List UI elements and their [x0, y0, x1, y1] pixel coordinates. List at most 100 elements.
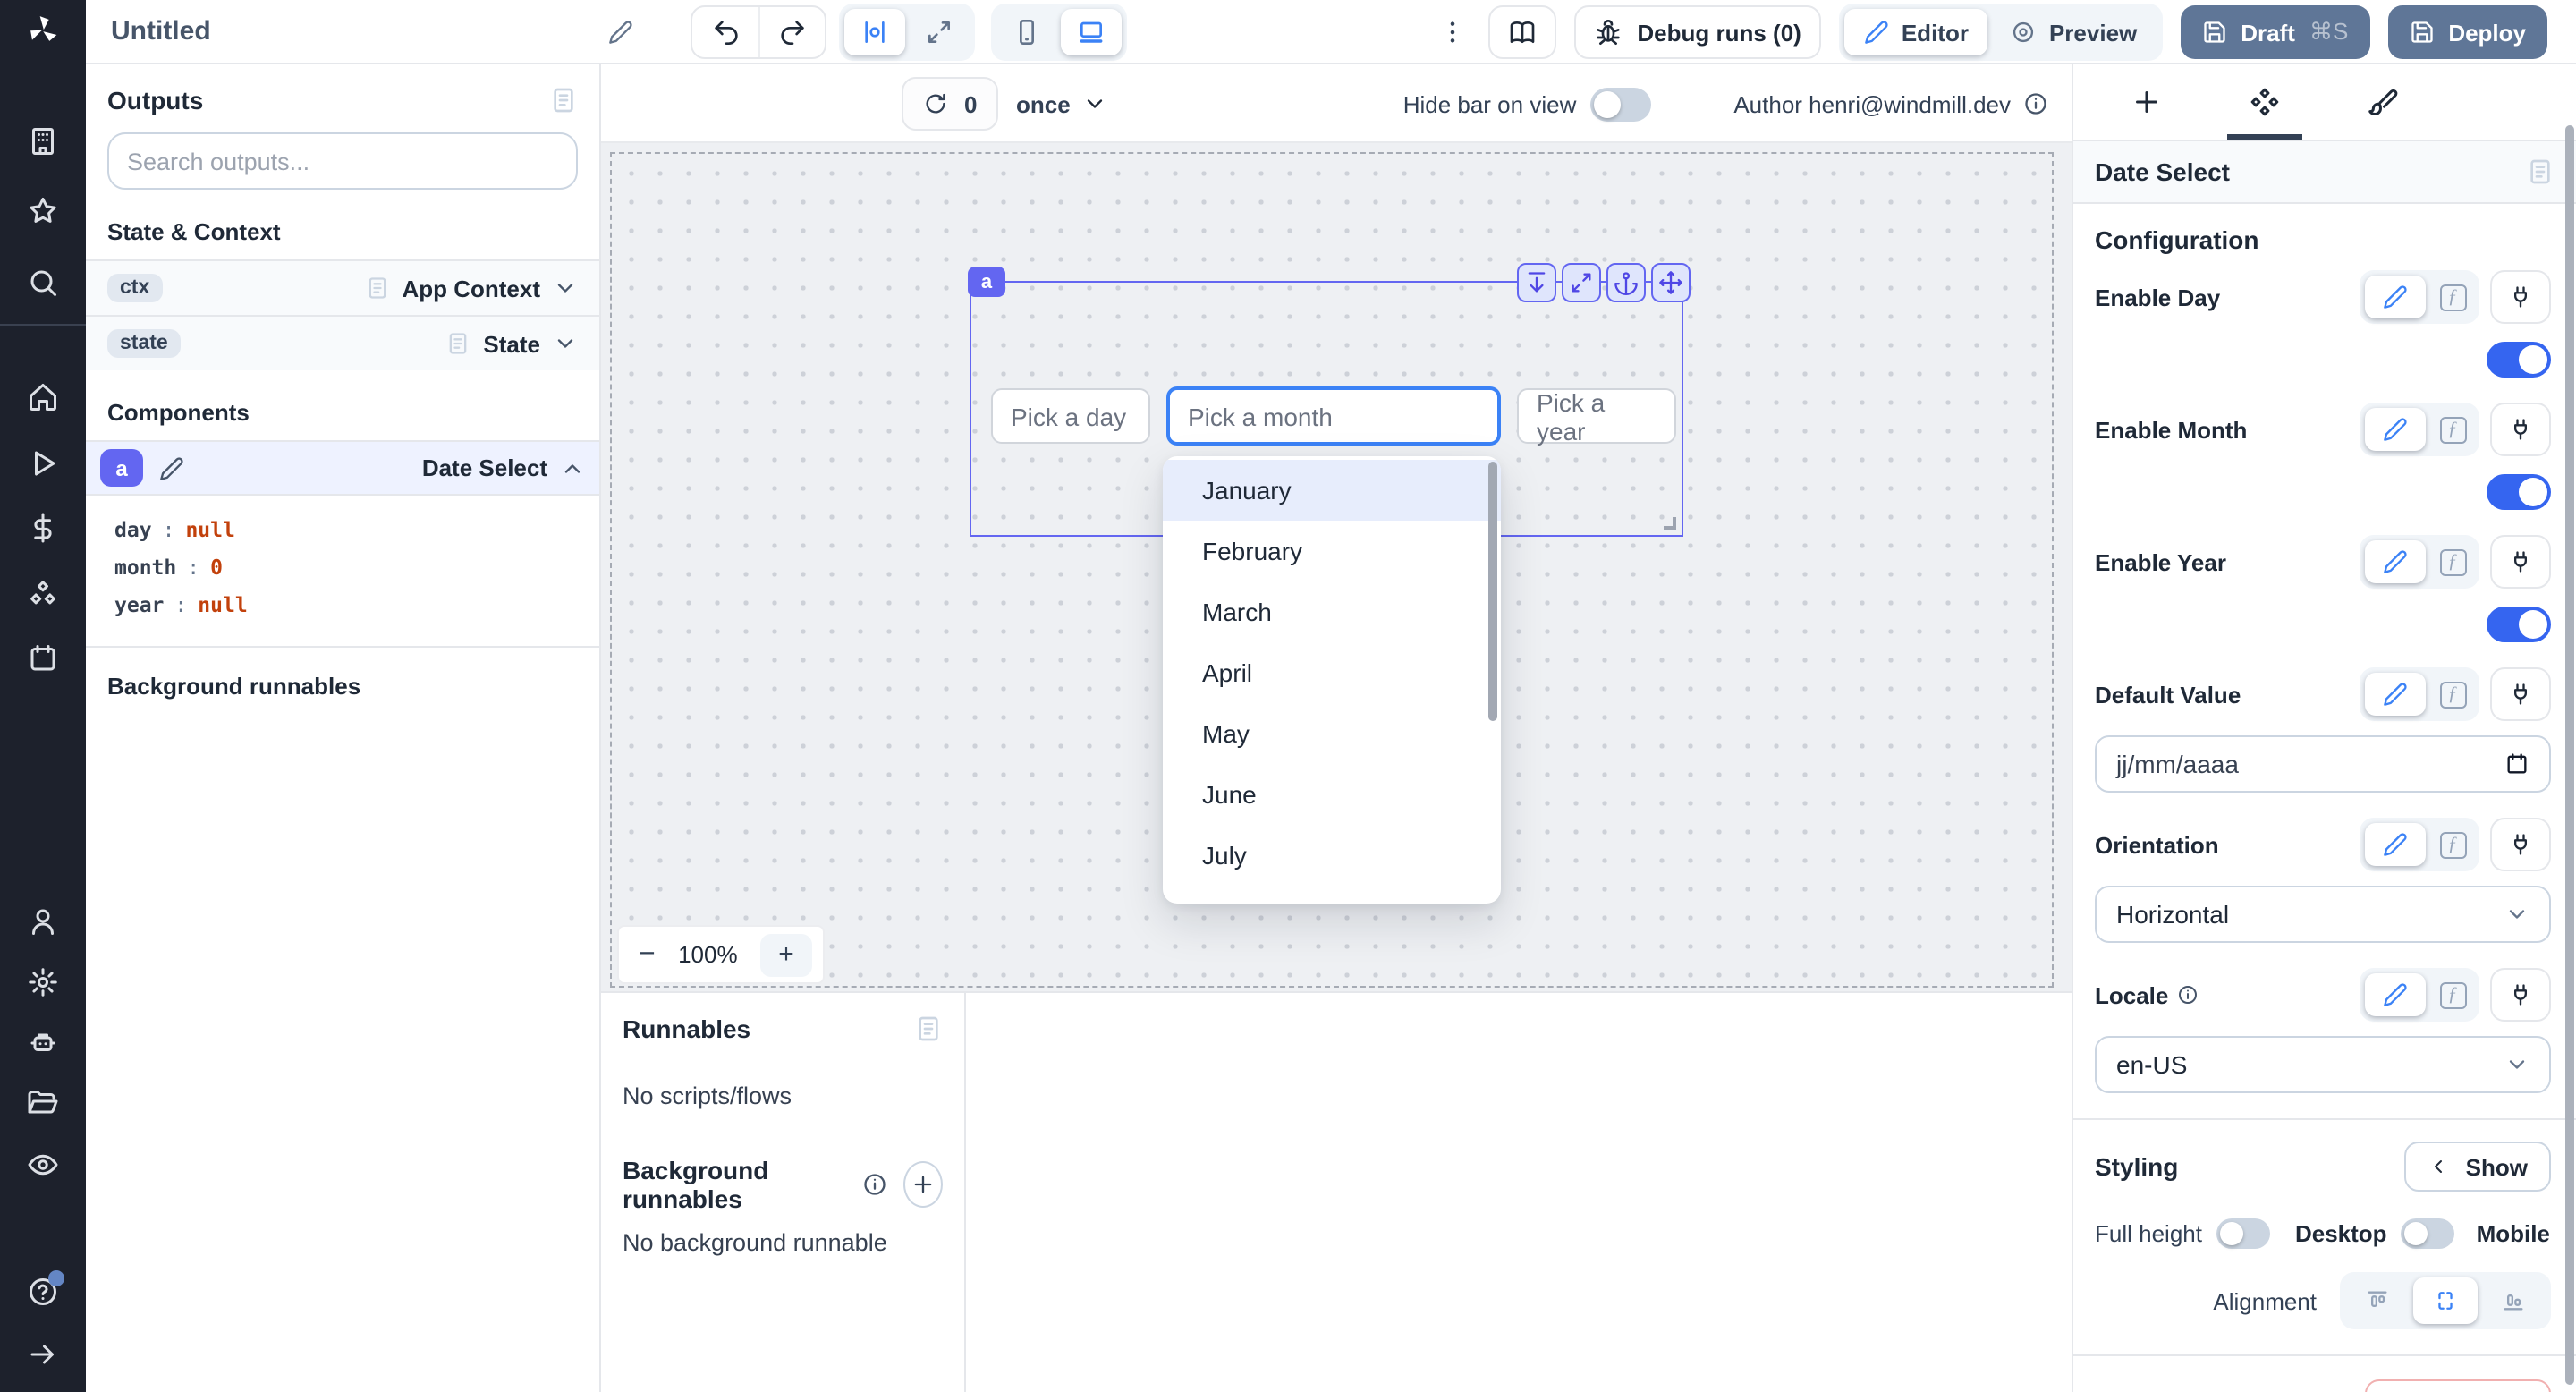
app-canvas[interactable]: a Pick a day	[601, 143, 2072, 991]
outputs-doc-icon[interactable]	[549, 86, 578, 115]
expand-handle-icon[interactable]	[1562, 263, 1601, 302]
workspace-icon[interactable]	[27, 125, 59, 157]
settings-gear-icon[interactable]	[27, 966, 59, 998]
pick-year-select[interactable]: Pick a year	[1517, 388, 1676, 444]
debug-runs-button[interactable]: Debug runs (0)	[1574, 5, 1820, 59]
fx-mode-button[interactable]: ƒ	[2431, 823, 2474, 866]
refresh-count-button[interactable]: 0	[902, 77, 998, 131]
state-row[interactable]: state State	[86, 315, 599, 370]
docs-book-button[interactable]	[1488, 5, 1556, 59]
connect-plug-button[interactable]	[2490, 403, 2551, 456]
output-line-year[interactable]: year:null	[114, 587, 578, 624]
fx-mode-button[interactable]: ƒ	[2431, 408, 2474, 451]
delete-component-button[interactable]: Delete ⌘Del	[2366, 1379, 2551, 1392]
ctx-row[interactable]: ctx App Context	[86, 259, 599, 315]
users-icon[interactable]	[27, 905, 59, 938]
static-mode-pencil-button[interactable]	[2365, 408, 2426, 451]
component-rename-pencil-icon[interactable]	[159, 455, 184, 480]
background-runnables-info-icon[interactable]	[862, 1172, 887, 1197]
connect-plug-button[interactable]	[2490, 667, 2551, 721]
enable-year-toggle-on[interactable]	[2487, 607, 2551, 642]
settings-doc-icon[interactable]	[2526, 157, 2555, 186]
month-option[interactable]: January	[1163, 460, 1501, 521]
zoom-out-button[interactable]: −	[639, 938, 656, 971]
desktop-toggle-off[interactable]	[2402, 1218, 2455, 1249]
component-row-date-select[interactable]: a Date Select	[86, 440, 599, 496]
settings-scrollbar[interactable]	[2565, 125, 2574, 1385]
help-icon[interactable]	[27, 1276, 59, 1308]
static-mode-pencil-button[interactable]	[2365, 276, 2426, 318]
workers-robot-icon[interactable]	[27, 1027, 59, 1059]
ctx-chevron-down-icon[interactable]	[553, 276, 578, 301]
add-background-runnable-button[interactable]	[903, 1161, 943, 1208]
runnables-doc-icon[interactable]	[914, 1014, 943, 1043]
static-mode-pencil-button[interactable]	[2365, 673, 2426, 716]
connect-plug-button[interactable]	[2490, 535, 2551, 589]
windmill-logo-icon[interactable]	[25, 13, 61, 48]
fill-height-handle-icon[interactable]	[1517, 263, 1556, 302]
tab-editor[interactable]: Editor	[1844, 9, 1988, 55]
month-option[interactable]: February	[1163, 521, 1501, 581]
static-mode-pencil-button[interactable]	[2365, 823, 2426, 866]
draft-button[interactable]: Draft ⌘S	[2180, 5, 2369, 59]
fx-mode-button[interactable]: ƒ	[2431, 276, 2474, 318]
month-option[interactable]: May	[1163, 703, 1501, 764]
redo-button[interactable]	[758, 7, 825, 57]
more-options-kebab-icon[interactable]	[1438, 18, 1467, 47]
month-option[interactable]: July	[1163, 825, 1501, 886]
styling-show-button[interactable]: Show	[2405, 1142, 2551, 1192]
audit-eye-icon[interactable]	[27, 1149, 59, 1181]
calendar-icon[interactable]	[2504, 751, 2529, 777]
connect-plug-button[interactable]	[2490, 968, 2551, 1022]
tab-styling-brush-icon[interactable]	[2345, 64, 2420, 140]
align-bottom-button[interactable]	[2481, 1277, 2546, 1324]
full-height-toggle-off[interactable]	[2216, 1218, 2270, 1249]
runs-play-icon[interactable]	[27, 447, 59, 480]
pick-day-select[interactable]: Pick a day	[991, 388, 1150, 444]
fx-mode-button[interactable]: ƒ	[2431, 973, 2474, 1016]
pick-month-select-focused[interactable]: Pick a month	[1166, 386, 1501, 446]
author-info-icon[interactable]	[2023, 91, 2048, 116]
mobile-view-button[interactable]	[996, 9, 1057, 55]
connect-plug-button[interactable]	[2490, 270, 2551, 324]
schedules-calendar-icon[interactable]	[27, 642, 59, 675]
fx-mode-button[interactable]: ƒ	[2431, 540, 2474, 583]
zoom-in-button[interactable]: +	[760, 933, 812, 976]
orientation-select[interactable]: Horizontal	[2095, 886, 2551, 943]
run-policy-dropdown[interactable]: once	[1016, 77, 1108, 131]
align-center-button[interactable]	[2413, 1277, 2478, 1324]
month-option[interactable]: April	[1163, 642, 1501, 703]
dropdown-scrollbar[interactable]	[1488, 462, 1497, 721]
favorites-star-icon[interactable]	[27, 195, 59, 227]
resize-grip-icon[interactable]	[1664, 517, 1676, 530]
resources-cubes-icon[interactable]	[27, 578, 59, 610]
enable-month-toggle-on[interactable]	[2487, 474, 2551, 510]
folders-icon[interactable]	[27, 1088, 59, 1120]
output-line-day[interactable]: day:null	[114, 512, 578, 549]
center-content-button[interactable]	[844, 9, 905, 55]
month-option[interactable]: August	[1163, 886, 1501, 904]
default-value-date-input[interactable]: jj/mm/aaaa	[2095, 735, 2551, 793]
ctx-doc-icon[interactable]	[364, 276, 389, 301]
expand-canvas-button[interactable]	[909, 9, 970, 55]
undo-button[interactable]	[692, 7, 758, 57]
locale-select[interactable]: en-US	[2095, 1036, 2551, 1093]
align-top-button[interactable]	[2345, 1277, 2410, 1324]
variables-dollar-icon[interactable]	[27, 512, 59, 544]
locale-info-icon[interactable]	[2177, 984, 2199, 1006]
search-icon[interactable]	[27, 267, 59, 299]
desktop-view-button[interactable]	[1061, 9, 1122, 55]
state-chevron-down-icon[interactable]	[553, 331, 578, 356]
component-chevron-up-icon[interactable]	[560, 455, 585, 480]
tab-insert-plus-icon[interactable]	[2109, 64, 2184, 140]
tab-component-settings-icon[interactable]	[2227, 64, 2302, 140]
expand-sidebar-arrow-icon[interactable]	[27, 1338, 59, 1371]
move-handle-icon[interactable]	[1651, 263, 1690, 302]
state-doc-icon[interactable]	[445, 331, 470, 356]
output-line-month[interactable]: month:0	[114, 549, 578, 587]
month-option[interactable]: June	[1163, 764, 1501, 825]
tab-preview[interactable]: Preview	[1992, 9, 2157, 55]
deploy-button[interactable]: Deploy	[2387, 5, 2547, 59]
rename-pencil-icon[interactable]	[608, 19, 633, 44]
home-icon[interactable]	[27, 381, 59, 413]
